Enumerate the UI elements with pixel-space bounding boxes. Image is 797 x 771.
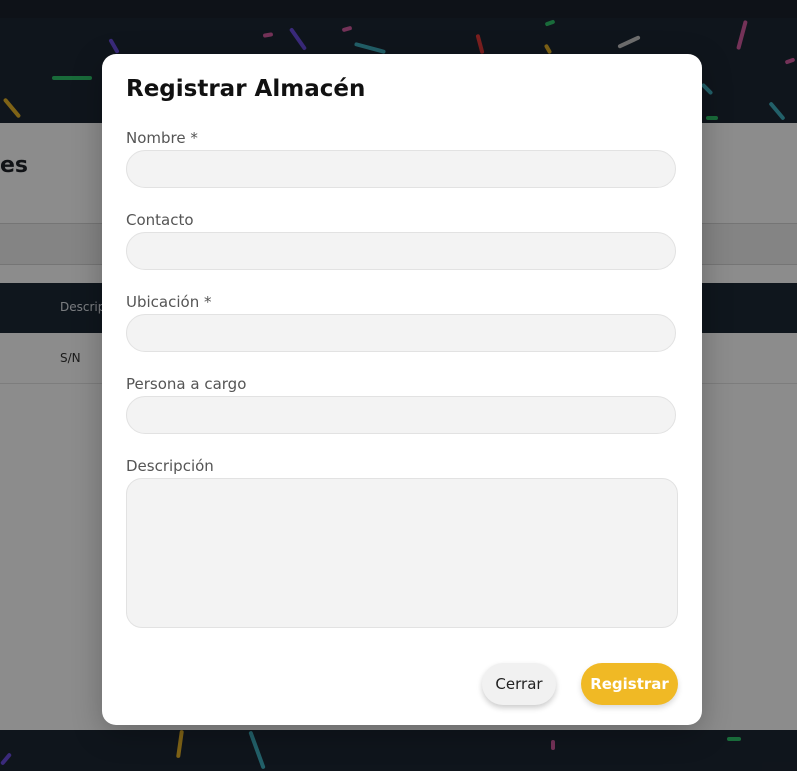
name-input[interactable] (126, 150, 676, 188)
description-textarea[interactable] (126, 478, 678, 628)
dialog-title: Registrar Almacén (126, 76, 366, 102)
register-button[interactable]: Registrar (581, 663, 678, 705)
close-button[interactable]: Cerrar (482, 663, 556, 705)
person-in-charge-label: Persona a cargo (126, 375, 247, 393)
contact-input[interactable] (126, 232, 676, 270)
name-label: Nombre * (126, 129, 198, 147)
contact-label: Contacto (126, 211, 194, 229)
location-input[interactable] (126, 314, 676, 352)
person-in-charge-input[interactable] (126, 396, 676, 434)
location-label: Ubicación * (126, 293, 212, 311)
description-label: Descripción (126, 457, 214, 475)
register-warehouse-dialog: Registrar Almacén Nombre * Contacto Ubic… (102, 54, 702, 725)
